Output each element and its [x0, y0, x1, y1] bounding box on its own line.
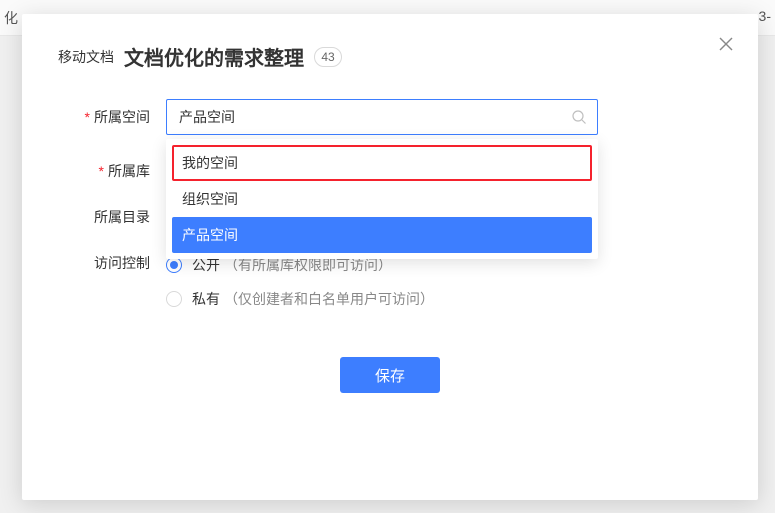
- count-badge: 43: [314, 47, 342, 67]
- dropdown-item-label: 我的空间: [182, 153, 238, 173]
- access-radio-group: 公开 （有所属库权限即可访问） 私有 （仅创建者和白名单用户可访问）: [166, 253, 434, 309]
- label-access-text: 访问控制: [94, 255, 150, 271]
- label-library: *所属库: [58, 161, 166, 181]
- search-icon: [571, 109, 587, 125]
- close-button[interactable]: [714, 32, 738, 56]
- radio-private-desc: （仅创建者和白名单用户可访问）: [224, 289, 434, 309]
- radio-private-label: 私有: [192, 289, 220, 309]
- dropdown-item-label: 组织空间: [182, 189, 238, 209]
- label-directory-text: 所属目录: [94, 209, 150, 225]
- required-marker: *: [99, 163, 104, 179]
- required-marker: *: [85, 109, 90, 125]
- label-library-text: 所属库: [108, 163, 150, 179]
- dropdown-item-org-space[interactable]: 组织空间: [172, 181, 592, 217]
- radio-indicator: [166, 291, 182, 307]
- move-document-modal: 移动文档 文档优化的需求整理 43 *所属空间 产品空间 我的空间: [22, 14, 758, 500]
- row-space: *所属空间 产品空间 我的空间 组织空间: [58, 99, 722, 135]
- page-title: 文档优化的需求整理: [124, 42, 304, 71]
- form: *所属空间 产品空间 我的空间 组织空间: [22, 91, 758, 393]
- radio-private[interactable]: 私有 （仅创建者和白名单用户可访问）: [166, 289, 434, 309]
- header-prefix: 移动文档: [58, 47, 114, 67]
- dropdown-item-product-space[interactable]: 产品空间: [172, 217, 592, 253]
- modal-header: 移动文档 文档优化的需求整理 43: [22, 14, 758, 91]
- save-button[interactable]: 保存: [340, 357, 440, 393]
- close-icon: [718, 36, 734, 52]
- label-directory: 所属目录: [58, 207, 166, 227]
- label-access: 访问控制: [58, 253, 166, 273]
- modal-footer: 保存: [58, 335, 722, 393]
- space-select[interactable]: 产品空间: [166, 99, 598, 135]
- radio-indicator: [166, 257, 182, 273]
- bg-left-fragment: 化: [4, 8, 18, 28]
- bg-right-fragment: 3-: [759, 8, 771, 24]
- row-access: 访问控制 公开 （有所属库权限即可访问） 私有 （仅创建者和白名单用户可访问）: [58, 253, 722, 309]
- space-select-wrap: 产品空间 我的空间 组织空间 产品空间: [166, 99, 598, 135]
- dropdown-item-label: 产品空间: [182, 225, 238, 245]
- space-select-value: 产品空间: [179, 107, 235, 127]
- dropdown-item-my-space[interactable]: 我的空间: [172, 145, 592, 181]
- label-space-text: 所属空间: [94, 109, 150, 125]
- label-space: *所属空间: [58, 107, 166, 127]
- space-dropdown: 我的空间 组织空间 产品空间: [166, 139, 598, 259]
